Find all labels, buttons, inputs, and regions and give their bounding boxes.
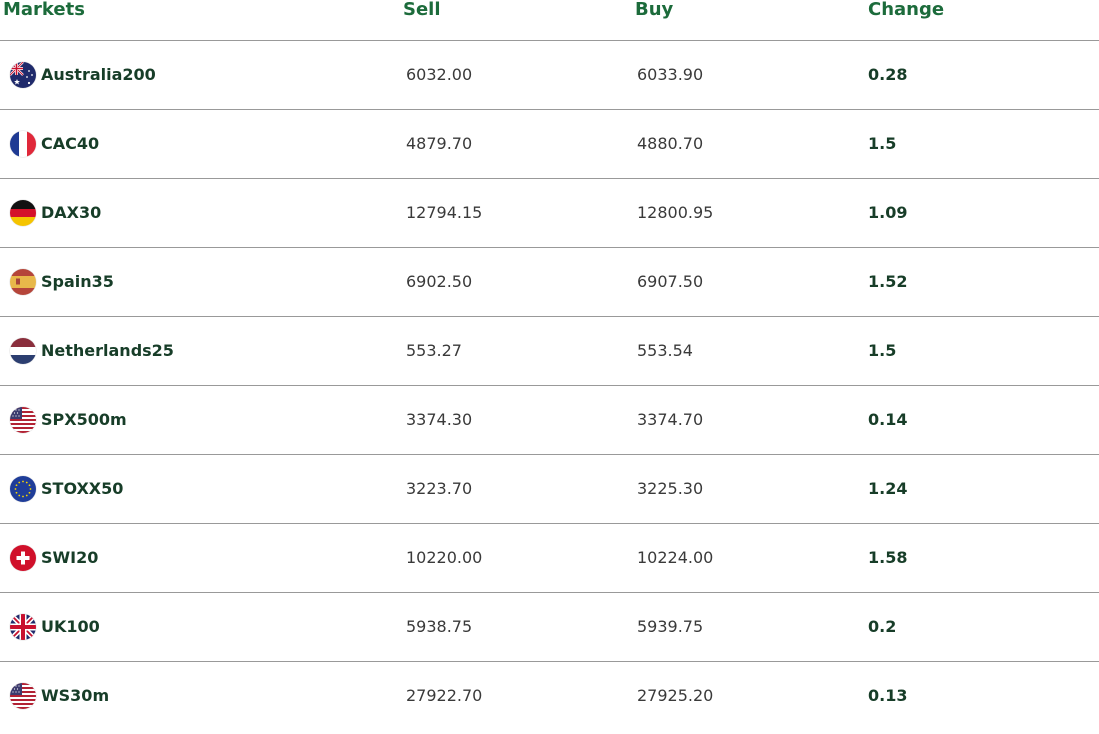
sell-price: 553.27	[406, 341, 462, 360]
uk-flag-icon	[10, 614, 36, 640]
market-name[interactable]: Spain35	[41, 270, 114, 294]
change-value: 1.24	[868, 479, 908, 498]
table-row[interactable]: DAX30 12794.15 12800.95 1.09	[0, 179, 1099, 248]
sell-price: 6902.50	[406, 272, 473, 291]
table-row[interactable]: UK100 5938.75 5939.75 0.2	[0, 593, 1099, 662]
sell-price: 6032.00	[406, 65, 473, 84]
market-name[interactable]: WS30m	[41, 684, 109, 708]
change-value: 1.5	[868, 341, 897, 360]
spain-flag-icon	[10, 269, 36, 295]
buy-price: 6033.90	[637, 65, 704, 84]
buy-price: 12800.95	[637, 203, 714, 222]
markets-table: Markets Sell Buy Change Australia200 603…	[0, 0, 1099, 730]
germany-flag-icon	[10, 200, 36, 226]
buy-price: 3374.70	[637, 410, 704, 429]
sell-price: 10220.00	[406, 548, 483, 567]
buy-price: 553.54	[637, 341, 693, 360]
table-row[interactable]: WS30m 27922.70 27925.20 0.13	[0, 662, 1099, 730]
sell-price: 27922.70	[406, 686, 483, 705]
market-name[interactable]: Australia200	[41, 63, 156, 87]
usa-flag-icon	[10, 683, 36, 709]
table-row[interactable]: CAC40 4879.70 4880.70 1.5	[0, 110, 1099, 179]
sell-price: 5938.75	[406, 617, 473, 636]
buy-price: 27925.20	[637, 686, 714, 705]
change-value: 1.58	[868, 548, 908, 567]
sell-price: 4879.70	[406, 134, 473, 153]
buy-column-header[interactable]: Buy	[635, 0, 673, 22]
buy-price: 6907.50	[637, 272, 704, 291]
table-header: Markets Sell Buy Change	[0, 0, 1099, 41]
sell-column-header[interactable]: Sell	[403, 0, 441, 22]
table-row[interactable]: STOXX50 3223.70 3225.30 1.24	[0, 455, 1099, 524]
change-value: 1.52	[868, 272, 908, 291]
change-column-header[interactable]: Change	[868, 0, 944, 22]
market-name[interactable]: STOXX50	[41, 477, 123, 501]
table-row[interactable]: Netherlands25 553.27 553.54 1.5	[0, 317, 1099, 386]
buy-price: 5939.75	[637, 617, 704, 636]
change-value: 0.28	[868, 65, 908, 84]
market-name[interactable]: CAC40	[41, 132, 99, 156]
buy-price: 3225.30	[637, 479, 704, 498]
table-row[interactable]: Spain35 6902.50 6907.50 1.52	[0, 248, 1099, 317]
sell-price: 3223.70	[406, 479, 473, 498]
change-value: 1.5	[868, 134, 897, 153]
buy-price: 4880.70	[637, 134, 704, 153]
table-row[interactable]: SWI20 10220.00 10224.00 1.58	[0, 524, 1099, 593]
change-value: 0.14	[868, 410, 908, 429]
change-value: 1.09	[868, 203, 908, 222]
usa-flag-icon	[10, 407, 36, 433]
market-name[interactable]: DAX30	[41, 201, 101, 225]
market-name[interactable]: UK100	[41, 615, 100, 639]
eu-flag-icon	[10, 476, 36, 502]
sell-price: 12794.15	[406, 203, 483, 222]
netherlands-flag-icon	[10, 338, 36, 364]
market-name[interactable]: SWI20	[41, 546, 98, 570]
change-value: 0.2	[868, 617, 897, 636]
switzerland-flag-icon	[10, 545, 36, 571]
change-value: 0.13	[868, 686, 908, 705]
market-name[interactable]: Netherlands25	[41, 339, 174, 363]
table-row[interactable]: Australia200 6032.00 6033.90 0.28	[0, 41, 1099, 110]
market-name[interactable]: SPX500m	[41, 408, 127, 432]
table-row[interactable]: SPX500m 3374.30 3374.70 0.14	[0, 386, 1099, 455]
sell-price: 3374.30	[406, 410, 473, 429]
buy-price: 10224.00	[637, 548, 714, 567]
australia-flag-icon	[10, 62, 36, 88]
france-flag-icon	[10, 131, 36, 157]
markets-column-header[interactable]: Markets	[3, 0, 85, 22]
